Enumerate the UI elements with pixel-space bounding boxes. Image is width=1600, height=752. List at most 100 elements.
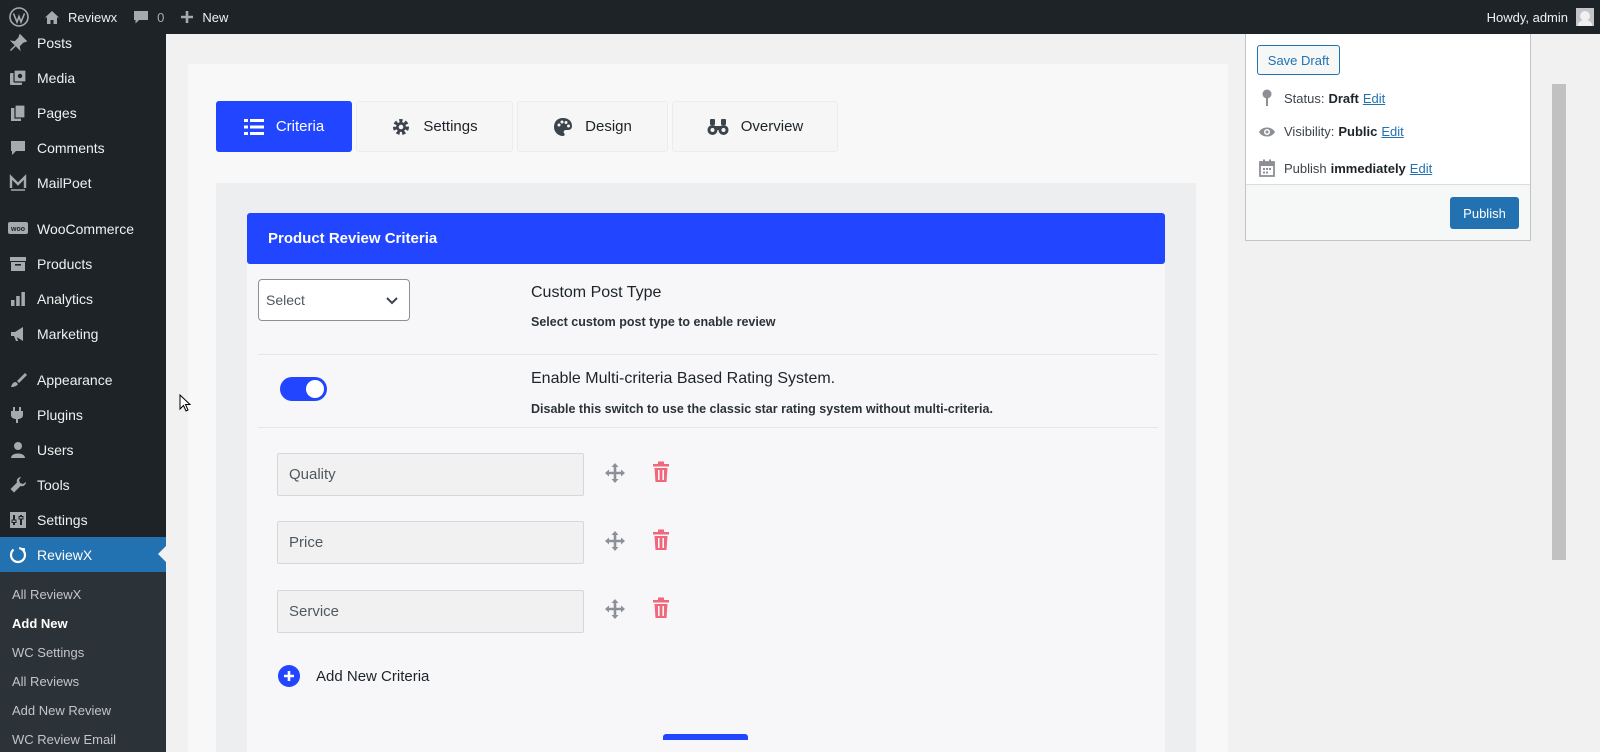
plug-icon [8,405,28,425]
tab-label: Settings [423,118,478,135]
new-content-link[interactable]: New [172,0,236,34]
eye-icon [1258,126,1276,138]
main-content: Criteria Settings Design Overview Produc… [166,34,1600,752]
tab-settings[interactable]: Settings [356,101,513,152]
criteria-value: Price [289,534,324,551]
visibility-label: Visibility: [1284,124,1335,139]
tab-design[interactable]: Design [517,101,668,152]
submenu-all-reviewx[interactable]: All ReviewX [0,580,166,609]
publish-actions: Publish [1246,184,1530,240]
menu-label: Comments [37,139,105,156]
submenu-add-new-review[interactable]: Add New Review [0,696,166,725]
menu-label: Products [37,255,93,272]
menu-item-products[interactable]: Products [0,246,166,281]
submenu-add-new[interactable]: Add New [0,609,166,638]
post-type-select[interactable]: Select [258,279,410,321]
reviewx-submenu: All ReviewX Add New WC Settings All Revi… [0,572,166,752]
status-label: Status: [1284,90,1325,106]
menu-item-pages[interactable]: Pages [0,95,166,130]
site-name: Reviewx [68,9,118,25]
menu-item-users[interactable]: Users [0,432,166,467]
archive-icon [8,254,28,274]
menu-item-woocommerce[interactable]: woo WooCommerce [0,211,166,246]
menu-label: Media [37,69,76,86]
multi-criteria-desc: Disable this switch to use the classic s… [531,402,993,416]
menu-label: Users [37,441,74,458]
menu-item-appearance[interactable]: Appearance [0,362,166,397]
chevron-down-icon [385,293,399,309]
move-icon[interactable] [604,530,626,557]
comments-link[interactable]: 0 [125,0,172,34]
trash-icon[interactable] [652,461,670,488]
publish-button[interactable]: Publish [1450,197,1519,229]
mouse-cursor-icon [179,393,192,417]
menu-item-marketing[interactable]: Marketing [0,316,166,351]
menu-label: Tools [37,476,70,493]
calendar-icon [1258,159,1276,177]
submenu-wc-settings[interactable]: WC Settings [0,638,166,667]
move-icon[interactable] [604,462,626,489]
menu-item-tools[interactable]: Tools [0,467,166,502]
plus-icon [180,10,194,24]
move-icon[interactable] [604,598,626,625]
menu-item-analytics[interactable]: Analytics [0,281,166,316]
menu-item-posts[interactable]: Posts [0,34,166,60]
submenu-wc-review-email[interactable]: WC Review Email [0,725,166,752]
menu-item-comments[interactable]: Comments [0,130,166,165]
menu-label: Settings [37,511,88,528]
criteria-input-price[interactable]: Price [277,521,584,564]
admin-sidebar: Posts Media Pages Comments MailPoet woo … [0,34,166,752]
menu-label: ReviewX [37,546,93,563]
custom-post-type-desc: Select custom post type to enable review [531,315,776,329]
menu-item-media[interactable]: Media [0,60,166,95]
criteria-input-service[interactable]: Service [277,590,584,633]
divider [258,354,1158,355]
scrollbar-thumb[interactable] [1552,84,1566,560]
tab-overview[interactable]: Overview [672,101,838,152]
multi-criteria-title: Enable Multi-criteria Based Rating Syste… [531,370,836,387]
menu-item-mailpoet[interactable]: MailPoet [0,165,166,200]
menu-label: Appearance [37,371,113,388]
brush-icon [8,370,28,390]
menu-label: Pages [37,104,77,121]
menu-label: MailPoet [37,174,92,191]
criteria-input-quality[interactable]: Quality [277,453,584,496]
plus-circle-icon [278,665,300,687]
menu-item-settings[interactable]: Settings [0,502,166,537]
criteria-value: Service [289,603,340,620]
submenu-all-reviews[interactable]: All Reviews [0,667,166,696]
chart-icon [8,289,28,309]
comment-icon [8,138,28,158]
add-new-criteria-button[interactable]: Add New Criteria [278,665,429,687]
site-name-link[interactable]: Reviewx [36,0,125,34]
edit-status-link[interactable]: Edit [1363,91,1385,106]
custom-post-type-title: Custom Post Type [531,284,662,301]
multi-criteria-toggle[interactable] [280,377,327,401]
edit-visibility-link[interactable]: Edit [1381,124,1403,139]
tab-label: Criteria [275,118,325,135]
trash-icon[interactable] [652,597,670,624]
tab-label: Design [585,118,632,135]
add-criteria-label: Add New Criteria [316,667,430,685]
reviewx-icon [8,545,28,565]
tab-criteria[interactable]: Criteria [216,101,352,152]
publish-box: Save Draft Status: Draft Edit Visibility… [1245,34,1531,241]
gear-icon [391,117,411,137]
menu-label: Posts [37,34,73,51]
visibility-row: Visibility: Public Edit [1258,124,1404,139]
wordpress-logo-icon[interactable] [2,0,36,34]
save-button[interactable] [663,734,748,740]
megaphone-icon [8,324,28,344]
my-account-link[interactable]: Howdy, admin [1479,0,1600,34]
comments-count: 0 [157,9,165,25]
criteria-value: Quality [289,466,336,483]
avatar [1576,8,1594,26]
edit-schedule-link[interactable]: Edit [1410,161,1432,176]
howdy-text: Howdy, admin [1486,9,1568,25]
menu-label: Marketing [37,325,99,342]
trash-icon[interactable] [652,529,670,556]
menu-item-reviewx[interactable]: ReviewX [0,537,166,572]
menu-item-plugins[interactable]: Plugins [0,397,166,432]
save-draft-button[interactable]: Save Draft [1257,45,1340,75]
publish-value: immediately [1330,160,1406,176]
